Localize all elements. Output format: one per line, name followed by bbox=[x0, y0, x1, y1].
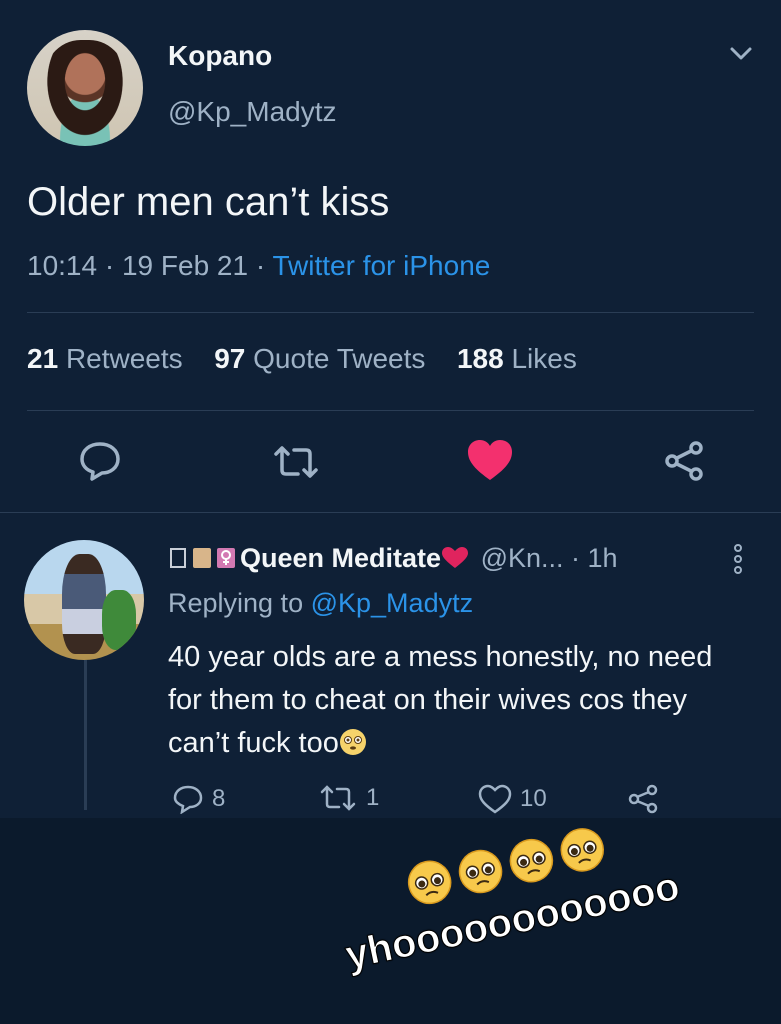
meta-separator: · bbox=[255, 250, 273, 281]
meta-separator: · bbox=[104, 250, 122, 281]
replying-to: Replying to @Kp_Madytz bbox=[168, 588, 473, 619]
heart-emoji-icon bbox=[442, 547, 469, 568]
divider bbox=[27, 312, 754, 313]
heart-outline-icon bbox=[478, 784, 512, 814]
reply-handle[interactable]: @Kn... bbox=[481, 543, 564, 573]
quotes-count: 97 bbox=[214, 343, 246, 374]
unknown-glyph-icon bbox=[170, 548, 186, 568]
reply-like-action[interactable]: 10 bbox=[478, 784, 547, 814]
flushed-face-emoji-icon bbox=[339, 729, 366, 755]
replying-mention-link[interactable]: @Kp_Madytz bbox=[311, 588, 473, 618]
retweets-label: Retweets bbox=[65, 343, 183, 374]
reply-share-action[interactable] bbox=[626, 784, 660, 814]
female-sign-icon bbox=[217, 548, 235, 568]
pleading-face-icon bbox=[458, 849, 503, 894]
likes-count: 188 bbox=[456, 343, 504, 374]
reply-author-avatar[interactable] bbox=[24, 540, 144, 660]
heart-icon[interactable] bbox=[466, 438, 514, 482]
reply-retweet-action[interactable]: 1 bbox=[318, 784, 379, 812]
quotes-stat[interactable]: 97 Quote Tweets bbox=[214, 343, 425, 374]
author-handle[interactable]: @Kp_Madytz bbox=[168, 96, 337, 128]
share-icon[interactable] bbox=[662, 440, 706, 482]
tweet-panel: Kopano @Kp_Madytz Older men can’t kiss 1… bbox=[0, 0, 781, 818]
pleading-face-icon bbox=[560, 828, 605, 872]
reply-display-name[interactable]: Queen Meditate bbox=[240, 543, 441, 573]
reply-time: · 1h bbox=[571, 543, 618, 573]
retweet-icon[interactable] bbox=[270, 444, 322, 480]
reply-reply-count: 8 bbox=[212, 785, 226, 812]
retweet-icon bbox=[320, 785, 356, 811]
tweet-meta: 10:14 · 19 Feb 21 · Twitter for iPhone bbox=[27, 250, 490, 282]
likes-label: Likes bbox=[511, 343, 577, 374]
reply-icon bbox=[173, 785, 203, 814]
story-caption: yhoooooooooooo bbox=[330, 801, 727, 997]
tweet-source-link[interactable]: Twitter for iPhone bbox=[272, 250, 490, 281]
replying-prefix: Replying to bbox=[168, 588, 304, 618]
retweets-count: 21 bbox=[27, 343, 59, 374]
divider bbox=[27, 410, 754, 411]
chevron-down-icon[interactable] bbox=[728, 44, 754, 64]
likes-stat[interactable]: 188 Likes bbox=[457, 343, 577, 374]
reply-text-block: 40 year olds are a mess honestly, no nee… bbox=[168, 636, 728, 765]
beige-square-icon bbox=[193, 548, 211, 568]
reply-icon[interactable] bbox=[78, 440, 122, 482]
author-display-name[interactable]: Kopano bbox=[168, 40, 272, 72]
reply-header: Queen Meditate @Kn... · 1h bbox=[168, 543, 618, 574]
divider bbox=[0, 512, 781, 513]
pleading-face-icon bbox=[407, 860, 452, 905]
tweet-date: 19 Feb 21 bbox=[121, 250, 249, 281]
tweet-stats: 21 Retweets 97 Quote Tweets 188 Likes bbox=[27, 343, 577, 375]
author-avatar[interactable] bbox=[27, 30, 143, 146]
reply-like-count: 10 bbox=[520, 785, 547, 812]
retweets-stat[interactable]: 21 Retweets bbox=[27, 343, 183, 374]
quotes-label: Quote Tweets bbox=[253, 343, 426, 374]
tweet-time: 10:14 bbox=[27, 250, 98, 281]
share-icon bbox=[628, 784, 658, 814]
reply-text: 40 year olds are a mess honestly, no nee… bbox=[168, 641, 713, 759]
tweet-text: Older men can’t kiss bbox=[27, 180, 390, 224]
reply-reply-action[interactable]: 8 bbox=[172, 784, 225, 814]
thread-line bbox=[84, 660, 87, 810]
more-options-icon[interactable] bbox=[730, 543, 746, 575]
pleading-face-icon bbox=[509, 838, 554, 883]
reply-retweet-count: 1 bbox=[366, 784, 380, 811]
